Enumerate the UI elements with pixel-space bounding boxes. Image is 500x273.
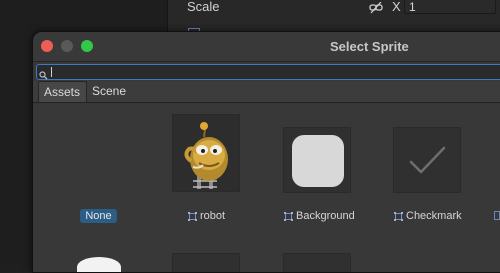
circle-sprite-thumbnail[interactable] — [77, 257, 121, 272]
sprite-icon — [494, 211, 500, 220]
window-title: Select Sprite — [330, 39, 409, 54]
checkmark-label[interactable]: Checkmark — [406, 210, 462, 223]
zoom-button[interactable] — [81, 40, 93, 52]
select-sprite-window: Select Sprite Assets Scene None robot Ba… — [32, 31, 500, 273]
sprite-thumbnail[interactable] — [283, 253, 351, 272]
checkmark-thumbnail[interactable] — [393, 127, 461, 193]
robot-label[interactable]: robot — [200, 210, 225, 223]
background-label[interactable]: Background — [296, 210, 355, 223]
tab-assets[interactable]: Assets — [38, 81, 87, 102]
sprite-icon — [188, 212, 197, 221]
scale-label: Scale — [187, 0, 220, 14]
unlink-icon[interactable] — [369, 1, 383, 19]
tab-bar: Assets Scene — [33, 81, 500, 103]
scale-x-axis-label: X — [392, 0, 401, 14]
sprite-thumbnail[interactable] — [172, 253, 240, 272]
robot-thumbnail[interactable] — [172, 114, 240, 192]
sprite-icon — [394, 212, 403, 221]
sprite-grid: None robot Background Checkmark — [33, 103, 500, 272]
search-input[interactable] — [36, 64, 500, 80]
scale-x-field[interactable]: 1 — [404, 0, 496, 14]
close-button[interactable] — [41, 40, 53, 52]
title-bar[interactable]: Select Sprite — [33, 32, 500, 62]
checkmark-icon — [409, 146, 446, 174]
sprite-icon — [284, 212, 293, 221]
tab-scene[interactable]: Scene — [87, 81, 131, 102]
text-caret — [51, 67, 52, 77]
none-item-label[interactable]: None — [80, 209, 117, 223]
background-thumbnail[interactable] — [283, 127, 351, 193]
rounded-square-sprite — [292, 135, 344, 187]
robot-sprite-image — [184, 122, 228, 189]
minimize-button[interactable] — [61, 40, 73, 52]
